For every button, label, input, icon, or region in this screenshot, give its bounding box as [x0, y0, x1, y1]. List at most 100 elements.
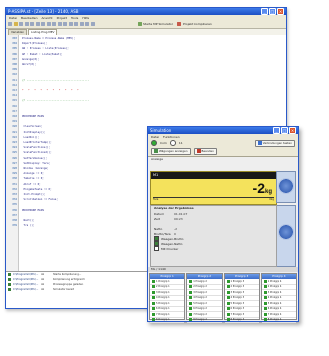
code-line[interactable]: 012: [6, 84, 22, 88]
menu-item-tools[interactable]: Tools: [71, 16, 78, 20]
status-ok-icon: [8, 283, 11, 286]
code-line[interactable]: 021 InitDisplay();: [6, 131, 45, 135]
checkbox-label: Mit Drucker: [161, 246, 179, 251]
code-line[interactable]: 039 Tra ();: [6, 224, 34, 228]
code-line[interactable]: 025 ScaleFunctions2();: [6, 151, 51, 155]
code-line[interactable]: 019: [6, 120, 22, 124]
scale-display: M1 -2kg Tara 0kg: [150, 171, 277, 205]
minimize-button[interactable]: _: [261, 8, 268, 15]
process-item[interactable]: 8 Prozgrp 4: [261, 318, 296, 323]
code-line[interactable]: 014: [6, 94, 22, 98]
code-line[interactable]: 032 EingabeTaste := 0;: [6, 188, 51, 192]
code-line[interactable]: 003 Prozess.Name = Prozess.Name (MEV);: [6, 37, 75, 41]
weight-dial-top[interactable]: [276, 171, 296, 203]
cut-icon[interactable]: [24, 22, 29, 26]
app-close-button[interactable]: ×: [289, 127, 296, 134]
test-connections-button[interactable]: Verbindungen testen: [254, 139, 295, 147]
com-radio[interactable]: [151, 140, 157, 146]
status-indicator-icon: [189, 296, 193, 300]
copy-icon[interactable]: [30, 22, 34, 26]
paste-icon[interactable]: [35, 22, 40, 26]
line-number: 039: [12, 224, 17, 228]
open-folder-icon[interactable]: [13, 22, 18, 26]
code-line[interactable]: 007 Anzeige(0);: [6, 58, 39, 62]
app-title-bar: Simulation _ □ ×: [148, 127, 298, 134]
print-icon[interactable]: [90, 22, 95, 26]
app-menu-datei[interactable]: Datei: [151, 135, 159, 139]
code-line[interactable]: 013 * * * * * * * * * *: [6, 89, 80, 93]
close-button[interactable]: ×: [277, 8, 284, 15]
code-line[interactable]: 031 Abruf := 0;: [6, 183, 40, 187]
code-line[interactable]: 020 ClearScreen;: [6, 125, 42, 129]
maximize-button[interactable]: □: [269, 8, 276, 15]
code-line[interactable]: 027 SetDisplay: Tara;: [6, 162, 50, 166]
goto-icon[interactable]: [85, 22, 89, 26]
menu-item-datei[interactable]: Datei: [9, 16, 17, 20]
checkbox[interactable]: [154, 246, 159, 251]
code-line[interactable]: 023 LoadPrinterTemp();: [6, 141, 51, 145]
code-line[interactable]: 029 Anzeige := 0;: [6, 172, 44, 176]
menu-item-ansicht[interactable]: Ansicht: [42, 16, 53, 20]
process-item[interactable]: 8 Prozgrp 3: [224, 318, 259, 323]
compile-icon[interactable]: [177, 22, 182, 26]
line-number: 036: [12, 208, 17, 212]
code-line[interactable]: 030 Tabelle := 0;: [6, 177, 44, 181]
code-line[interactable]: 006 AE : Paket : Liste(Paket);: [6, 53, 62, 57]
code-line[interactable]: 024 ScaleFunctions();: [6, 146, 50, 150]
show-weighings-button[interactable]: Wägungen anzeigen: [151, 148, 191, 155]
menu-item-bearbeiten[interactable]: Bearbeiten: [21, 16, 37, 20]
code-line[interactable]: 008 Abruf(0);: [6, 63, 36, 67]
app-menu-funktionen[interactable]: Funktionen: [163, 135, 180, 139]
app-maximize-button[interactable]: □: [281, 127, 288, 134]
process-item[interactable]: 8 Prozgrp 2: [187, 318, 222, 323]
save-icon[interactable]: [19, 22, 23, 26]
code-line[interactable]: 034 Scrollbalken := False;: [6, 198, 58, 202]
run-simulator-label[interactable]: Starte MP Simulator: [143, 22, 173, 26]
info-value: -2: [174, 226, 177, 231]
code-line[interactable]: 033 Init.Prompt();: [6, 193, 45, 197]
exit-button[interactable]: Beenden: [193, 148, 217, 155]
code-line[interactable]: 011 // ----------------------------------…: [6, 79, 89, 83]
action-row: Wägungen anzeigen Beenden: [148, 147, 298, 157]
run-simulator-icon[interactable]: [137, 22, 142, 26]
code-line[interactable]: 026 SetTaraValue();: [6, 157, 47, 161]
code-line[interactable]: 035: [6, 203, 22, 207]
replace-icon[interactable]: [57, 22, 62, 26]
menu-item-hilfe[interactable]: Hilfe: [82, 16, 89, 20]
code-line[interactable]: 016: [6, 105, 22, 109]
code-line[interactable]: 015 // ----------------------------------…: [6, 99, 89, 103]
weight-dial-bottom[interactable]: [276, 205, 296, 267]
undo-icon[interactable]: [41, 22, 45, 26]
code-line[interactable]: 004 Import(Prozess);: [6, 42, 47, 46]
process-item[interactable]: 8 Prozgrp 1: [150, 318, 185, 323]
outdent-icon[interactable]: [68, 22, 73, 26]
code-line[interactable]: 037: [6, 214, 22, 218]
info-key: Netto: [154, 226, 163, 231]
code-line[interactable]: 005 AW : Prozess : Liste(Prozess);: [6, 47, 69, 51]
code-line[interactable]: 028 Window :Anzeige;: [6, 167, 48, 171]
find-icon[interactable]: [52, 22, 56, 26]
checkbox-row[interactable]: Mit Drucker: [151, 246, 276, 251]
code-line[interactable]: 022 LoadIni();: [6, 136, 39, 140]
new-file-icon[interactable]: [8, 22, 12, 26]
code-line[interactable]: 036 PROCEDURE MAIN: [6, 209, 44, 213]
code-line[interactable]: 010: [6, 73, 22, 77]
code-text: Scrollbalken := False;: [22, 198, 58, 202]
code-text: Anzeige := 0;: [22, 172, 44, 176]
comment-icon[interactable]: [74, 22, 78, 26]
app-minimize-button[interactable]: _: [273, 127, 280, 134]
process-item-label: 8 Prozgrp 2: [193, 318, 207, 322]
status-ok-icon: [8, 288, 11, 291]
code-line[interactable]: 017: [6, 110, 22, 114]
redo-icon[interactable]: [46, 22, 51, 26]
compile-label[interactable]: Projekt kompilieren: [183, 22, 212, 26]
menu-item-projekt[interactable]: Projekt: [57, 16, 67, 20]
code-line[interactable]: 038 Wait();: [6, 219, 34, 223]
bookmark-icon[interactable]: [79, 22, 84, 26]
code-line[interactable]: 009: [6, 68, 22, 72]
indent-icon[interactable]: [63, 22, 67, 26]
process-item-label: 8 Prozgrp 3: [230, 318, 245, 322]
com-port-radio[interactable]: [169, 140, 176, 146]
code-line[interactable]: 018 PROCEDURE MAIN: [6, 115, 44, 119]
